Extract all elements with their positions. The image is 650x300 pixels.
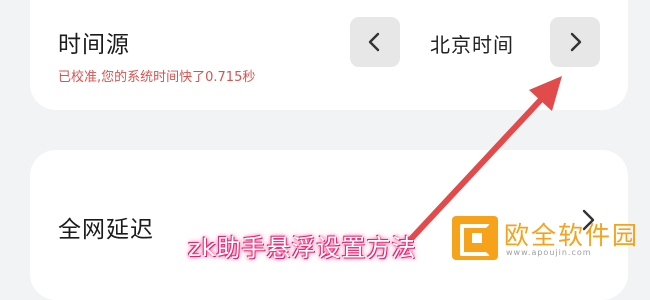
caption-overlay: zk助手悬浮设置方法 [188, 234, 417, 262]
watermark-url: www.apoujin.com [506, 248, 592, 257]
watermark-name: 欧全软件园 [504, 221, 640, 250]
watermark-logo-icon [452, 216, 498, 260]
watermark: 欧全软件园 www.apoujin.com [452, 216, 648, 260]
